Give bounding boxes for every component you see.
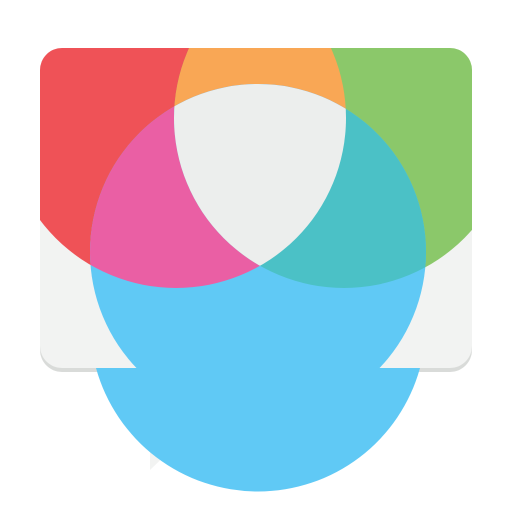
blue-extension (96, 368, 420, 492)
chat-bubble-venn-logo-icon (40, 48, 472, 492)
blue-bottom-extension (96, 368, 420, 492)
app-icon-stage (0, 0, 512, 512)
